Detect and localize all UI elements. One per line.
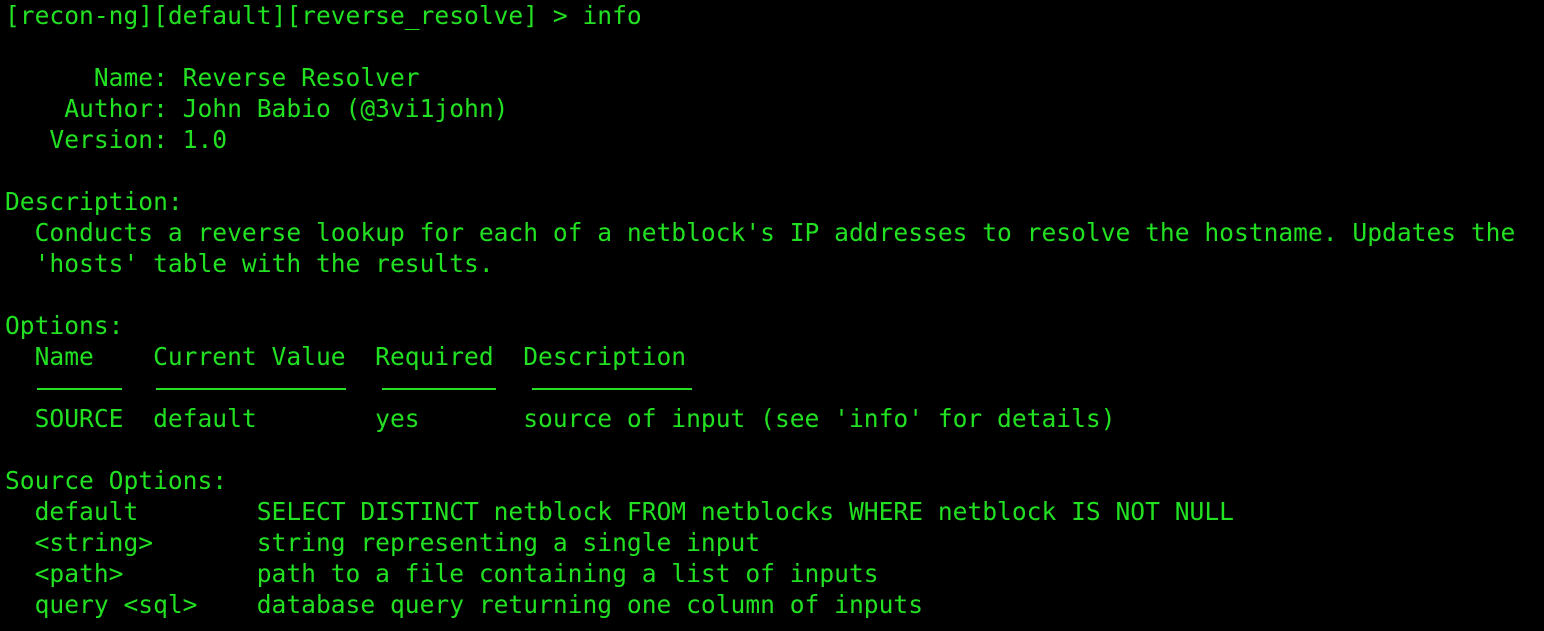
command: info <box>582 1 642 30</box>
description-line: Conducts a reverse lookup for each of a … <box>5 218 1516 247</box>
prompt-line: [recon-ng][default][reverse_resolve] > i… <box>5 0 1544 31</box>
source-option-row: default SELECT DISTINCT netblock FROM ne… <box>5 497 1234 526</box>
underline-description <box>532 388 692 390</box>
source-options-heading: Source Options: <box>5 466 228 495</box>
info-name: Name: Reverse Resolver <box>5 63 420 92</box>
underline-current-value <box>156 388 346 390</box>
description-line: 'hosts' table with the results. <box>5 249 494 278</box>
source-option-row: <path> path to a file containing a list … <box>5 559 879 588</box>
options-table-row: SOURCE default yes source of input (see … <box>5 404 1116 433</box>
options-heading: Options: <box>5 311 124 340</box>
source-option-row: <string> string representing a single in… <box>5 528 761 557</box>
description-heading: Description: <box>5 187 183 216</box>
underline-required <box>382 388 496 390</box>
options-table-header: Name Current Value Required Description <box>5 342 687 371</box>
terminal[interactable]: [recon-ng][default][reverse_resolve] > i… <box>0 0 1544 620</box>
source-option-row: query <sql> database query returning one… <box>5 590 924 619</box>
info-author: Author: John Babio (@3vi1john) <box>5 94 509 123</box>
info-version: Version: 1.0 <box>5 125 228 154</box>
underline-name <box>37 388 122 390</box>
options-header-underline <box>5 372 1544 403</box>
prompt: [recon-ng][default][reverse_resolve] > <box>5 1 583 30</box>
